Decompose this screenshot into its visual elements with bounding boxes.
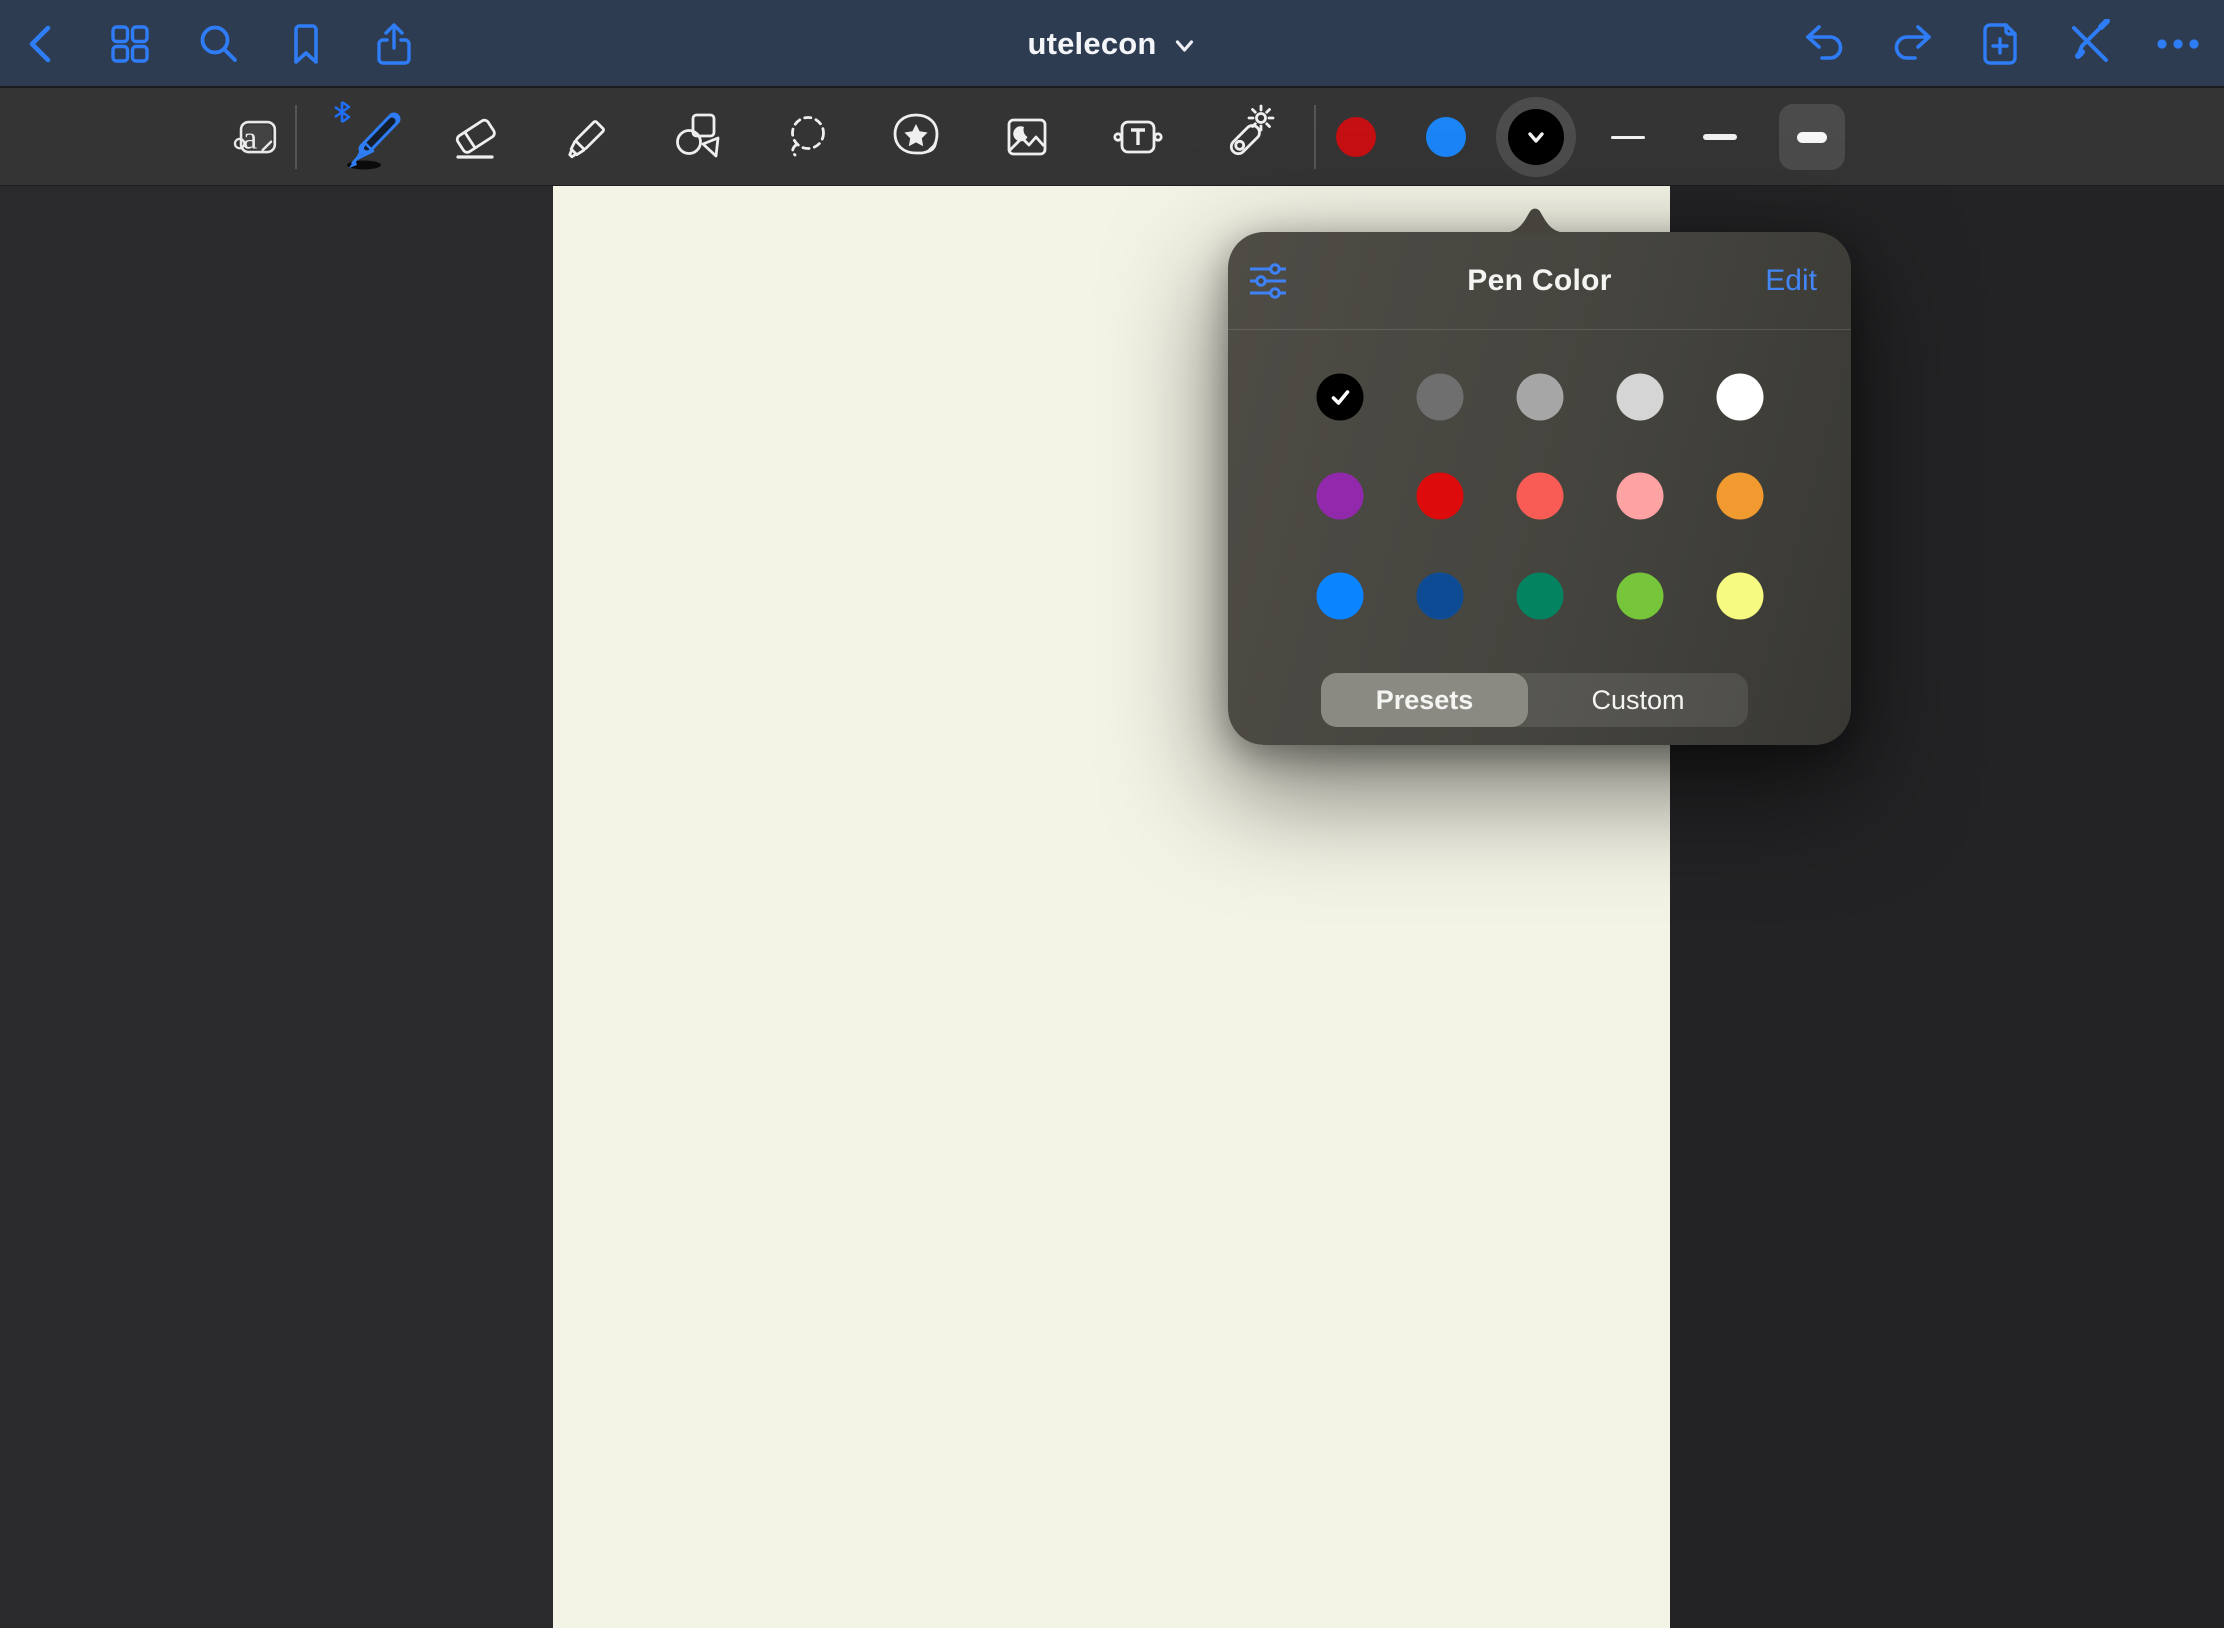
swatch-green[interactable] <box>1617 573 1664 620</box>
add-page-button[interactable] <box>1972 16 2028 72</box>
edit-colors-button[interactable]: Edit <box>1765 232 1817 330</box>
popover-title: Pen Color <box>1228 232 1851 330</box>
document-title: utelecon <box>1027 26 1156 62</box>
popover-arrow <box>1501 206 1569 233</box>
tool-toolbar: a <box>0 88 2224 186</box>
swatch-dark-gray[interactable] <box>1417 374 1464 421</box>
swatch-navy[interactable] <box>1417 573 1464 620</box>
tab-custom[interactable]: Custom <box>1528 673 1748 727</box>
thin-stroke-bar <box>1611 136 1645 139</box>
pen-slash-icon <box>2065 19 2115 69</box>
swatch-purple[interactable] <box>1317 473 1364 520</box>
lasso-icon <box>774 105 838 169</box>
lasso-tool[interactable] <box>774 105 838 169</box>
tab-presets[interactable]: Presets <box>1321 673 1528 727</box>
laser-pointer-icon <box>1213 104 1281 170</box>
elements-tool[interactable] <box>884 105 948 169</box>
highlighter-icon <box>554 105 618 169</box>
search-icon <box>194 20 242 68</box>
swatch-orange[interactable] <box>1717 473 1764 520</box>
share-icon <box>370 20 418 68</box>
bookmark-button[interactable] <box>278 16 334 72</box>
stroke-size-thick-selected[interactable] <box>1779 104 1845 170</box>
shapes-icon <box>665 105 729 169</box>
redo-button[interactable] <box>1884 16 1940 72</box>
sticker-star-icon <box>883 105 949 169</box>
back-button[interactable] <box>14 16 70 72</box>
swatch-black-selected[interactable] <box>1317 374 1364 421</box>
swatch-coral[interactable] <box>1517 473 1564 520</box>
medium-stroke-bar <box>1703 134 1737 140</box>
back-chevron-icon <box>20 20 64 68</box>
canvas-area: Pen Color Edit Presets Custom <box>0 186 2224 1628</box>
swatch-pink[interactable] <box>1617 473 1664 520</box>
pen-tool[interactable] <box>334 105 398 169</box>
text-icon <box>1104 105 1172 169</box>
more-button[interactable] <box>2150 16 2206 72</box>
swatch-white[interactable] <box>1717 374 1764 421</box>
stroke-size-thin[interactable] <box>1595 104 1661 170</box>
image-icon <box>995 105 1059 169</box>
read-only-toggle-button[interactable] <box>2062 16 2118 72</box>
swatch-light-gray[interactable] <box>1617 374 1664 421</box>
eraser-icon <box>443 105 507 169</box>
laser-pointer-tool[interactable] <box>1215 105 1279 169</box>
undo-button[interactable] <box>1797 16 1853 72</box>
stroke-size-medium[interactable] <box>1687 104 1753 170</box>
redo-icon <box>1887 20 1937 68</box>
swatch-red[interactable] <box>1417 473 1464 520</box>
grid-icon <box>106 20 154 68</box>
color-slot-blue[interactable] <box>1426 117 1466 157</box>
checkmark-icon <box>1327 384 1353 410</box>
presets-custom-segment: Presets Custom <box>1321 673 1748 727</box>
color-slot-black-selected[interactable] <box>1496 97 1576 177</box>
toolbar-divider <box>1314 105 1316 169</box>
zoom-window-tool[interactable]: a <box>225 105 289 169</box>
shapes-tool[interactable] <box>665 105 729 169</box>
swatch-teal[interactable] <box>1517 573 1564 620</box>
chevron-down-icon <box>1173 34 1197 58</box>
pen-color-popover: Pen Color Edit Presets Custom <box>1228 232 1851 745</box>
share-button[interactable] <box>366 16 422 72</box>
eraser-tool[interactable] <box>443 105 507 169</box>
color-slot-red[interactable] <box>1336 117 1376 157</box>
search-button[interactable] <box>190 16 246 72</box>
thick-stroke-bar <box>1797 132 1827 143</box>
add-page-icon <box>1976 19 2024 69</box>
navbar: utelecon <box>0 0 2224 88</box>
undo-icon <box>1800 20 1850 68</box>
image-tool[interactable] <box>995 105 1059 169</box>
toolbar-divider <box>295 105 297 169</box>
swatch-blue[interactable] <box>1317 573 1364 620</box>
highlighter-tool[interactable] <box>554 105 618 169</box>
popover-header: Pen Color Edit <box>1228 232 1851 330</box>
svg-text:a: a <box>243 120 257 155</box>
goodnotes-app: utelecon <box>0 0 2224 1628</box>
swatch-gray[interactable] <box>1517 374 1564 421</box>
chevron-down-icon <box>1525 126 1547 148</box>
bluetooth-pen-icon <box>324 98 408 176</box>
bookmark-icon <box>282 20 330 68</box>
page-thumbnails-button[interactable] <box>102 16 158 72</box>
swatch-yellow[interactable] <box>1717 573 1764 620</box>
text-tool[interactable] <box>1106 105 1170 169</box>
ellipsis-icon <box>2152 20 2204 68</box>
document-title-button[interactable]: utelecon <box>1027 26 1196 62</box>
zoom-window-icon: a <box>227 107 287 167</box>
